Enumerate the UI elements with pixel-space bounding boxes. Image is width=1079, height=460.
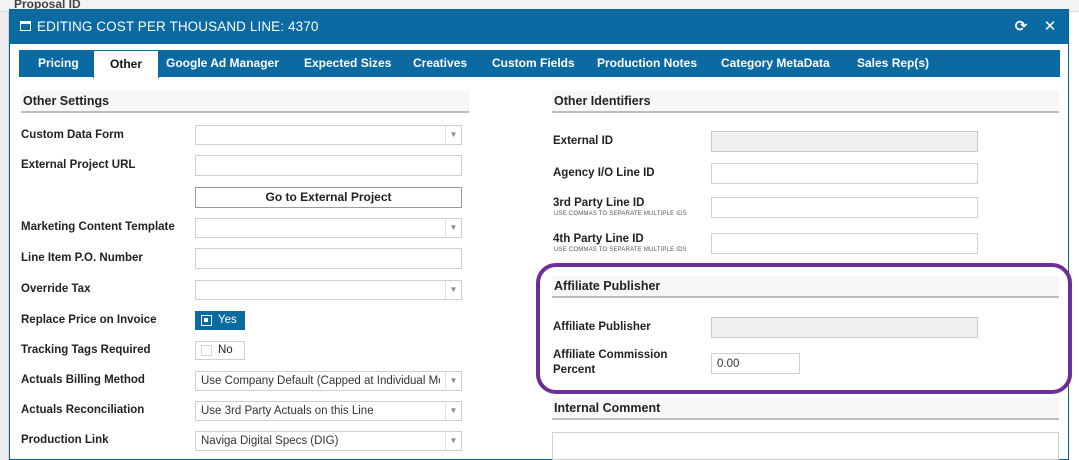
dialog-title: EDITING COST PER THOUSAND LINE: 4370	[37, 19, 319, 34]
actuals-billing-method-label: Actuals Billing Method	[21, 374, 145, 386]
fourth-party-line-id-hint: USE COMMAS TO SEPARATE MULTIPLE IDS	[554, 247, 687, 253]
affiliate-commission-label: Affiliate Commission	[553, 349, 668, 361]
external-id-input	[711, 131, 978, 152]
tab-production-notes[interactable]: Production Notes	[597, 50, 697, 77]
replace-price-on-invoice-toggle[interactable]: Yes	[195, 311, 245, 330]
marketing-content-template-select[interactable]: ▼	[195, 218, 462, 238]
affiliate-commission-label-line2: Percent	[553, 364, 596, 376]
background-left-edge	[0, 12, 9, 460]
affiliate-publisher-label: Affiliate Publisher	[553, 321, 651, 333]
override-tax-select[interactable]: ▼	[195, 280, 462, 300]
custom-data-form-label: Custom Data Form	[21, 129, 124, 141]
chevron-down-icon: ▼	[445, 402, 461, 420]
affiliate-commission-percent-input[interactable]	[711, 353, 800, 374]
agency-io-line-id-input[interactable]	[711, 163, 978, 184]
tab-sales-reps[interactable]: Sales Rep(s)	[857, 50, 929, 77]
production-link-select[interactable]: Naviga Digital Specs (DIG) ▼	[195, 431, 462, 451]
third-party-line-id-hint: USE COMMAS TO SEPARATE MULTIPLE IDS	[554, 211, 687, 217]
replace-price-on-invoice-label: Replace Price on Invoice	[21, 314, 157, 326]
tracking-tags-required-label: Tracking Tags Required	[21, 344, 151, 356]
affiliate-publisher-heading: Affiliate Publisher	[552, 276, 1059, 298]
internal-comment-heading: Internal Comment	[552, 398, 1059, 420]
tab-pricing[interactable]: Pricing	[38, 50, 79, 77]
actuals-reconciliation-label: Actuals Reconciliation	[21, 404, 145, 416]
chevron-down-icon: ▼	[445, 281, 461, 299]
actuals-billing-method-select[interactable]: Use Company Default (Capped at Individua…	[195, 371, 462, 391]
tab-google-ad-manager[interactable]: Google Ad Manager	[166, 50, 279, 77]
tab-bar: Pricing Other Google Ad Manager Expected…	[19, 50, 1060, 78]
line-item-po-number-input[interactable]	[195, 248, 462, 269]
checkbox-checked-icon	[201, 315, 212, 326]
tracking-tags-required-toggle[interactable]: No	[195, 341, 245, 360]
actuals-reconciliation-select[interactable]: Use 3rd Party Actuals on this Line ▼	[195, 401, 462, 421]
tab-creatives[interactable]: Creatives	[413, 50, 467, 77]
window-icon	[20, 21, 31, 31]
chevron-down-icon: ▼	[445, 126, 461, 144]
chevron-down-icon: ▼	[445, 372, 461, 390]
tab-expected-sizes[interactable]: Expected Sizes	[304, 50, 391, 77]
other-settings-heading: Other Settings	[21, 91, 469, 113]
tab-custom-fields[interactable]: Custom Fields	[492, 50, 575, 77]
affiliate-publisher-input	[711, 317, 978, 338]
marketing-content-template-label: Marketing Content Template	[21, 221, 175, 233]
replace-price-on-invoice-value: Yes	[218, 314, 237, 326]
refresh-icon[interactable]: ⟳	[1012, 17, 1030, 37]
chevron-down-icon: ▼	[445, 219, 461, 237]
external-project-url-label: External Project URL	[21, 159, 136, 171]
tab-other[interactable]: Other	[93, 50, 159, 78]
tracking-tags-required-value: No	[218, 344, 233, 356]
line-item-po-number-label: Line Item P.O. Number	[21, 252, 143, 264]
chevron-down-icon: ▼	[445, 432, 461, 450]
production-link-label: Production Link	[21, 434, 109, 446]
override-tax-label: Override Tax	[21, 283, 91, 295]
close-icon[interactable]: ✕	[1041, 17, 1059, 37]
agency-io-line-id-label: Agency I/O Line ID	[553, 167, 655, 179]
go-to-external-project-button[interactable]: Go to External Project	[195, 187, 462, 208]
internal-comment-textarea[interactable]	[552, 432, 1059, 460]
dialog-title-bar: EDITING COST PER THOUSAND LINE: 4370 ⟳ ✕	[10, 10, 1068, 44]
external-project-url-input[interactable]	[195, 155, 462, 176]
other-identifiers-heading: Other Identifiers	[552, 91, 1059, 113]
checkbox-unchecked-icon	[201, 345, 212, 356]
custom-data-form-select[interactable]: ▼	[195, 125, 462, 145]
third-party-line-id-label: 3rd Party Line ID	[553, 197, 645, 209]
fourth-party-line-id-label: 4th Party Line ID	[553, 233, 644, 245]
fourth-party-line-id-input[interactable]	[711, 233, 978, 254]
third-party-line-id-input[interactable]	[711, 197, 978, 218]
external-id-label: External ID	[553, 135, 614, 147]
tab-category-metadata[interactable]: Category MetaData	[721, 50, 830, 77]
